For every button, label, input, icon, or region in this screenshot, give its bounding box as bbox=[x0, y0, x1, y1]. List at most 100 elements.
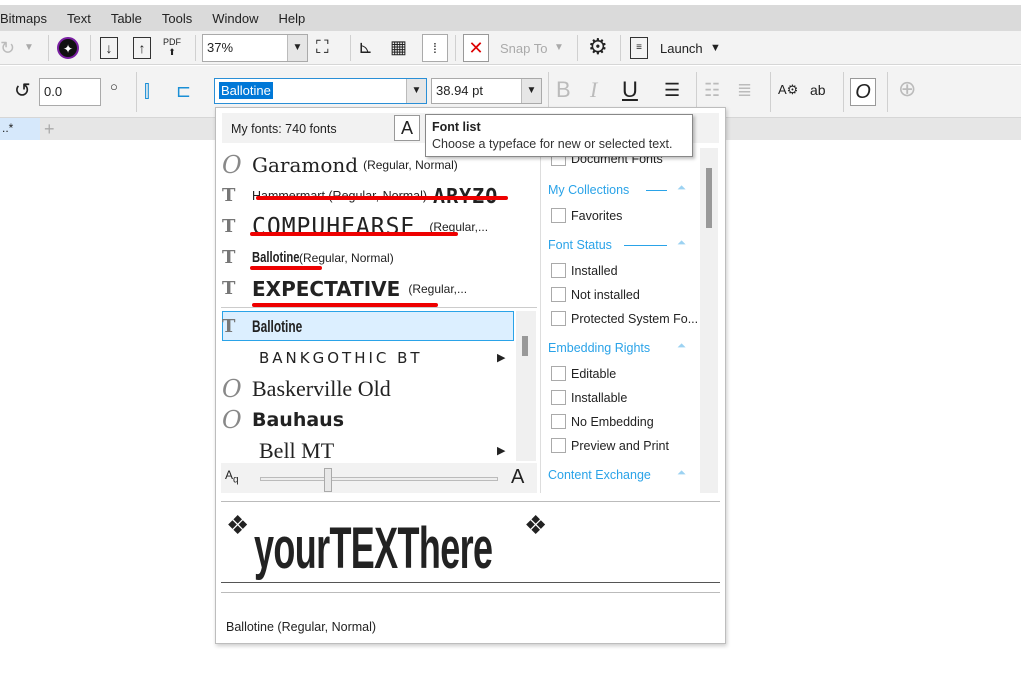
zoom-level-value: 37% bbox=[207, 40, 234, 55]
checkbox[interactable] bbox=[551, 390, 566, 405]
checkbox[interactable] bbox=[551, 287, 566, 302]
text-alignment-icon[interactable]: ☰ bbox=[664, 80, 680, 100]
chevron-down-icon[interactable]: ▼ bbox=[554, 38, 564, 58]
gear-icon[interactable]: ⚙ bbox=[588, 36, 608, 58]
chevron-down-icon[interactable]: ▼ bbox=[521, 79, 541, 103]
bold-button[interactable]: B bbox=[556, 79, 571, 101]
bullet-list-icon[interactable]: ☷ bbox=[704, 80, 720, 100]
chevron-right-icon[interactable]: ▶ bbox=[497, 351, 505, 364]
import-icon[interactable]: ↓ bbox=[100, 37, 118, 59]
font-name-value: Ballotine bbox=[219, 82, 273, 99]
redo-icon[interactable]: ↻ bbox=[0, 38, 15, 58]
opentype-icon[interactable]: O bbox=[850, 78, 876, 106]
publish-pdf-icon[interactable]: PDF ⬆ bbox=[163, 37, 181, 57]
chevron-down-icon[interactable]: ▼ bbox=[287, 35, 307, 61]
menu-table[interactable]: Table bbox=[111, 11, 142, 26]
tooltip-text: Choose a typeface for new or selected te… bbox=[432, 137, 673, 151]
full-screen-icon[interactable]: ⛶ bbox=[316, 37, 329, 57]
document-tab[interactable]: ..* bbox=[0, 118, 40, 140]
rulers-icon[interactable]: ⊾ bbox=[358, 37, 373, 57]
filter-label: Not installed bbox=[571, 287, 640, 302]
font-name[interactable]: Bauhaus bbox=[252, 409, 344, 431]
menu-help[interactable]: Help bbox=[279, 11, 306, 26]
add-tab-icon[interactable]: + bbox=[44, 119, 55, 139]
add-icon[interactable]: ⊕ bbox=[898, 78, 916, 100]
grid-icon[interactable]: ▦ bbox=[390, 37, 407, 57]
red-annotation-underline bbox=[250, 266, 322, 270]
checkbox[interactable] bbox=[551, 311, 566, 326]
truetype-icon: T bbox=[222, 185, 236, 206]
edit-text-button[interactable]: ab bbox=[810, 80, 826, 100]
text-properties-icon[interactable]: A⚙ bbox=[778, 80, 798, 100]
chevron-down-icon[interactable]: ▼ bbox=[406, 79, 426, 103]
truetype-icon: T bbox=[222, 216, 236, 237]
menu-text[interactable]: Text bbox=[67, 11, 91, 26]
collapse-icon[interactable]: ⏶ bbox=[677, 467, 686, 480]
collapse-icon[interactable]: ⏶ bbox=[677, 340, 686, 353]
snap-to-button[interactable]: Snap To bbox=[500, 41, 547, 56]
font-name[interactable]: Ballotine bbox=[252, 249, 300, 266]
font-list-dropdown: My fonts: 740 fonts A O Garamond (Regular,… bbox=[215, 107, 726, 644]
redo-dropdown-icon[interactable]: ▼ bbox=[24, 38, 34, 58]
launch-button[interactable]: Launch bbox=[660, 41, 703, 56]
filter-group-content-exchange[interactable]: Content Exchange bbox=[548, 468, 651, 482]
opentype-icon: O bbox=[222, 374, 242, 403]
menu-tools[interactable]: Tools bbox=[162, 11, 192, 26]
checkbox[interactable] bbox=[551, 263, 566, 278]
filter-group-my-collections[interactable]: My Collections bbox=[548, 183, 629, 197]
rotation-icon: ↺ bbox=[14, 80, 31, 102]
font-name[interactable]: EXPECTATIVE bbox=[252, 277, 400, 301]
font-style: (Regular, Normal) bbox=[299, 250, 394, 265]
menu-bitmaps[interactable]: Bitmaps bbox=[0, 11, 47, 26]
checkbox[interactable] bbox=[551, 366, 566, 381]
font-preview: yourTEXThere bbox=[254, 516, 493, 581]
font-name[interactable]: BankGothic BT bbox=[259, 349, 423, 367]
chevron-right-icon[interactable]: ▶ bbox=[497, 444, 505, 457]
align-icon[interactable]: ⫿ bbox=[144, 81, 150, 101]
filter-group-embedding-rights[interactable]: Embedding Rights bbox=[548, 341, 650, 355]
preview-caption: Ballotine (Regular, Normal) bbox=[226, 620, 377, 634]
filter-group-font-status[interactable]: Font Status bbox=[548, 238, 612, 252]
application-launcher-icon[interactable]: ✦ bbox=[57, 37, 79, 59]
guidelines-icon[interactable]: ⁞ bbox=[422, 34, 448, 62]
tooltip: Font list Choose a typeface for new or s… bbox=[425, 114, 693, 157]
zoom-out-icon[interactable]: Aq bbox=[225, 468, 239, 485]
text-layout-icon[interactable]: ⊏ bbox=[176, 81, 191, 101]
checkbox[interactable] bbox=[551, 208, 566, 223]
font-name[interactable]: Baskerville Old bbox=[252, 376, 391, 402]
checkbox[interactable] bbox=[551, 438, 566, 453]
red-annotation-underline bbox=[250, 232, 458, 236]
filter-label: Installable bbox=[571, 390, 628, 405]
font-playground-icon[interactable]: A bbox=[394, 115, 420, 141]
export-icon[interactable]: ↑ bbox=[133, 37, 151, 59]
font-list-combo[interactable]: Ballotine ▼ bbox=[214, 78, 427, 104]
font-name[interactable]: Garamond bbox=[252, 153, 358, 177]
collapse-icon[interactable]: ⏶ bbox=[677, 237, 686, 250]
collapse-icon[interactable]: ⏶ bbox=[677, 182, 686, 195]
filter-label: Protected System Fo... bbox=[571, 311, 699, 326]
underline-button[interactable]: U bbox=[622, 79, 638, 101]
filter-scrollbar[interactable] bbox=[700, 148, 718, 493]
font-list-scrollbar[interactable] bbox=[516, 311, 536, 461]
font-name[interactable]: Ballotine bbox=[252, 317, 302, 337]
preview-size-slider[interactable] bbox=[260, 477, 498, 481]
zoom-level-combo[interactable]: 37% ▼ bbox=[202, 34, 308, 62]
opentype-icon: O bbox=[222, 150, 242, 179]
slider-thumb[interactable] bbox=[324, 468, 332, 492]
italic-button[interactable]: I bbox=[590, 79, 597, 101]
filter-label: No Embedding bbox=[571, 414, 654, 429]
filter-label: Favorites bbox=[571, 208, 623, 223]
truetype-icon: T bbox=[222, 316, 236, 337]
zoom-in-icon[interactable]: A bbox=[511, 466, 524, 489]
menu-window[interactable]: Window bbox=[212, 11, 258, 26]
font-style: (Regular, Normal) bbox=[363, 157, 458, 172]
launch-window-icon[interactable]: ≡ bbox=[630, 37, 648, 59]
chevron-down-icon[interactable]: ▼ bbox=[710, 38, 721, 58]
drop-cap-icon[interactable]: ≣ bbox=[737, 80, 752, 100]
truetype-icon: T bbox=[222, 247, 236, 268]
font-name[interactable]: Bell MT bbox=[259, 438, 334, 464]
rotation-input[interactable]: 0.0 bbox=[39, 78, 101, 106]
font-size-combo[interactable]: 38.94 pt ▼ bbox=[431, 78, 542, 104]
snap-off-icon[interactable]: ✕ bbox=[463, 34, 489, 62]
checkbox[interactable] bbox=[551, 414, 566, 429]
